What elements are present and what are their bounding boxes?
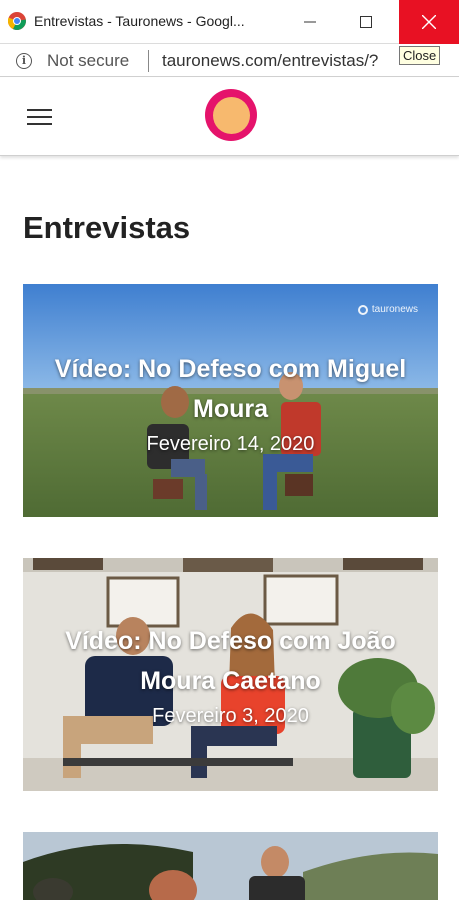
window-titlebar: Entrevistas - Tauronews - Googl... bbox=[0, 0, 459, 44]
article-date: Fevereiro 3, 2020 bbox=[152, 705, 309, 727]
chrome-icon bbox=[8, 12, 26, 30]
article-title[interactable]: Vídeo: No Defeso com Miguel Moura bbox=[31, 349, 430, 429]
maximize-button[interactable] bbox=[340, 0, 392, 44]
article-title[interactable]: Vídeo: No Defeso com João Moura Caetano bbox=[31, 621, 430, 701]
close-icon bbox=[422, 15, 436, 29]
article-card[interactable] bbox=[23, 832, 438, 900]
window-title: Entrevistas - Tauronews - Googl... bbox=[34, 13, 245, 29]
article-overlay: Vídeo: No Defeso com João Moura Caetano … bbox=[23, 558, 438, 791]
article-card[interactable]: tauronews Vídeo: No Defeso com Miguel Mo… bbox=[23, 284, 438, 517]
article-image bbox=[23, 832, 438, 900]
minimize-icon bbox=[304, 21, 316, 23]
menu-icon[interactable] bbox=[27, 109, 52, 125]
address-separator bbox=[148, 50, 149, 72]
site-header bbox=[0, 78, 459, 156]
close-button[interactable] bbox=[399, 0, 459, 44]
site-logo[interactable] bbox=[205, 89, 257, 141]
info-icon[interactable]: i bbox=[16, 53, 32, 69]
article-overlay: Vídeo: No Defeso com Miguel Moura Fevere… bbox=[23, 284, 438, 517]
page-title: Entrevistas bbox=[23, 210, 191, 245]
article-date: Fevereiro 14, 2020 bbox=[146, 433, 315, 455]
address-bar[interactable]: i Not secure tauronews.com/entrevistas/? bbox=[0, 45, 459, 77]
minimize-button[interactable] bbox=[284, 0, 336, 44]
maximize-icon bbox=[360, 16, 372, 28]
article-card[interactable]: Vídeo: No Defeso com João Moura Caetano … bbox=[23, 558, 438, 791]
close-tooltip: Close bbox=[399, 46, 441, 65]
logo-inner-circle bbox=[212, 96, 250, 134]
security-label[interactable]: Not secure bbox=[47, 51, 129, 71]
url-field[interactable]: tauronews.com/entrevistas/? bbox=[162, 51, 402, 71]
